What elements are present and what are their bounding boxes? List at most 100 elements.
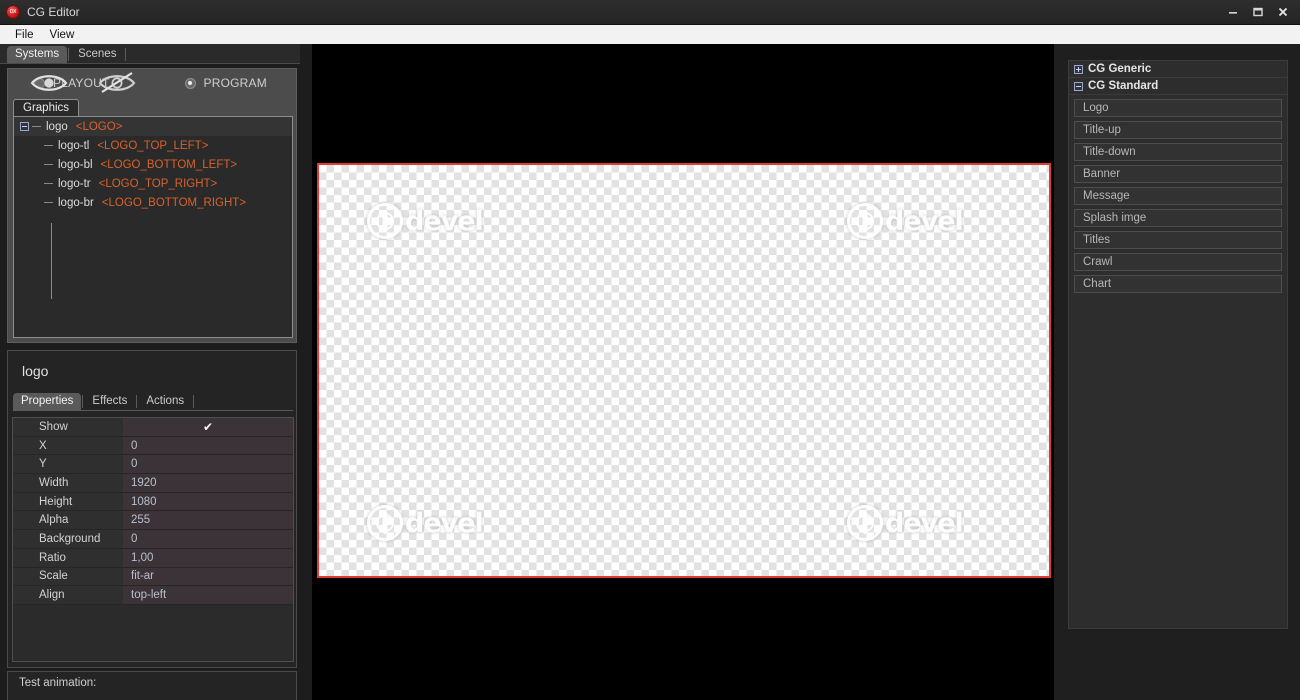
menu-item-file[interactable]: File [8, 27, 41, 43]
checkbox-checked-icon: ✔ [202, 419, 214, 434]
tree-line [44, 183, 53, 184]
tree-node-name: logo-br [58, 196, 94, 209]
tree-row[interactable]: logo-bl <LOGO_BOTTOM_LEFT> [14, 155, 292, 174]
group-header-cg-standard[interactable]: CG Standard [1069, 78, 1287, 95]
tree-node-name: logo [46, 120, 68, 133]
table-row[interactable]: X 0 [13, 436, 293, 456]
devel-logo-icon [367, 203, 403, 239]
expand-icon[interactable] [1074, 64, 1083, 74]
tree-row[interactable]: logo-br <LOGO_BOTTOM_RIGHT> [14, 193, 292, 212]
list-item-splash-image[interactable]: Splash imge [1074, 209, 1282, 227]
list-item-title-down[interactable]: Title-down [1074, 143, 1282, 161]
minimize-icon[interactable] [1222, 3, 1244, 21]
tab-graphics[interactable]: Graphics [13, 99, 80, 117]
eye-slash-icon[interactable] [98, 70, 136, 101]
table-row[interactable]: Alpha 255 [13, 511, 293, 531]
table-row[interactable]: Height 1080 [13, 492, 293, 512]
graphics-tree[interactable]: logo <LOGO> logo-tl <LOGO_TOP_LEFT> logo… [13, 116, 293, 338]
window-controls [1222, 3, 1294, 21]
property-name: X [13, 436, 123, 455]
tree-node-tag: <LOGO_BOTTOM_LEFT> [100, 158, 238, 171]
window-title: CG Editor [27, 5, 80, 19]
tab-actions[interactable]: Actions [138, 393, 192, 410]
tree-row[interactable]: logo-tr <LOGO_TOP_RIGHT> [14, 174, 292, 193]
devel-logo-icon [847, 505, 883, 541]
property-value[interactable]: 255 [123, 511, 293, 530]
properties-panel: logo Properties Effects Actions Show ✔ X [7, 350, 297, 668]
list-item-crawl[interactable]: Crawl [1074, 253, 1282, 271]
table-row[interactable]: Y 0 [13, 455, 293, 475]
property-value[interactable]: top-left [123, 586, 293, 604]
list-item-logo[interactable]: Logo [1074, 99, 1282, 117]
table-row[interactable]: Background 0 [13, 530, 293, 549]
property-value[interactable]: 0 [123, 530, 293, 548]
property-name: Align [13, 586, 123, 604]
property-value-checkbox[interactable]: ✔ [123, 418, 293, 436]
graphics-canvas[interactable]: devel devel devel devel [317, 163, 1051, 578]
table-row[interactable]: Align top-left [13, 586, 293, 605]
property-name: Show [13, 418, 123, 436]
watermark-label: devel [405, 507, 484, 539]
property-value[interactable]: fit-ar [123, 567, 293, 586]
test-animation-label: Test animation: [19, 677, 97, 689]
property-value[interactable]: 1920 [123, 474, 293, 492]
list-item-title-up[interactable]: Title-up [1074, 121, 1282, 139]
devel-logo-icon [367, 505, 403, 541]
menu-bar: File View [0, 25, 1300, 44]
property-name: Alpha [13, 511, 123, 530]
watermark-top-left: devel [367, 203, 484, 239]
property-name: Ratio [13, 548, 123, 567]
table-row[interactable]: Scale fit-ar [13, 567, 293, 587]
tab-divider [136, 395, 138, 408]
list-item-banner[interactable]: Banner [1074, 165, 1282, 183]
radio-program[interactable]: PROGRAM [184, 76, 267, 90]
cg-templates-panel: CG Generic CG Standard Logo Title-up Tit… [1068, 60, 1288, 629]
collapse-icon[interactable] [1074, 81, 1083, 91]
eye-icon[interactable] [30, 70, 68, 101]
tree-row[interactable]: logo-tl <LOGO_TOP_LEFT> [14, 136, 292, 155]
watermark-label: devel [405, 205, 484, 237]
tab-effects[interactable]: Effects [84, 393, 135, 410]
tree-node-tag: <LOGO_BOTTOM_RIGHT> [101, 196, 247, 209]
close-icon[interactable] [1272, 3, 1294, 21]
maximize-icon[interactable] [1247, 3, 1269, 21]
test-animation-panel: Test animation: [7, 671, 297, 700]
property-name: Width [13, 474, 123, 492]
property-value[interactable]: 1,00 [123, 548, 293, 567]
right-column: CG Generic CG Standard Logo Title-up Tit… [1054, 44, 1300, 700]
radio-program-label: PROGRAM [203, 76, 267, 90]
watermark-bottom-left: devel [367, 505, 484, 541]
title-bar: CG Editor [0, 0, 1300, 25]
radio-program-indicator [184, 77, 196, 89]
list-item-titles[interactable]: Titles [1074, 231, 1282, 249]
watermark-top-right: devel [847, 203, 964, 239]
properties-table: Show ✔ X 0 Y 0 Width 1920 Height 1080 Al… [12, 417, 294, 662]
list-item-chart[interactable]: Chart [1074, 275, 1282, 293]
tree-node-name: logo-bl [58, 158, 93, 171]
group-header-cg-generic[interactable]: CG Generic [1069, 61, 1287, 78]
table-row[interactable]: Width 1920 [13, 474, 293, 493]
tree-node-name: logo-tl [58, 139, 90, 152]
property-value[interactable]: 1080 [123, 492, 293, 511]
group-label: CG Generic [1088, 63, 1152, 75]
properties-tab-bar: Properties Effects Actions [13, 391, 293, 411]
property-value[interactable]: 0 [123, 436, 293, 455]
property-name: Y [13, 455, 123, 474]
tree-node-tag: <LOGO_TOP_LEFT> [97, 139, 209, 152]
watermark-label: devel [885, 205, 964, 237]
watermark-bottom-right: devel [847, 505, 964, 541]
property-value[interactable]: 0 [123, 455, 293, 474]
tab-systems[interactable]: Systems [7, 46, 68, 63]
tab-properties[interactable]: Properties [13, 393, 82, 410]
list-item-message[interactable]: Message [1074, 187, 1282, 205]
tab-scenes[interactable]: Scenes [70, 46, 124, 63]
tree-node-tag: <LOGO_TOP_RIGHT> [98, 177, 218, 190]
tab-divider [68, 48, 70, 61]
systems-panel: PLAYOUT PROGRAM Graphics logo <LOGO> log… [7, 68, 297, 343]
tree-row[interactable]: logo <LOGO> [14, 117, 292, 136]
collapse-icon[interactable] [20, 122, 29, 131]
table-row[interactable]: Show ✔ [13, 418, 293, 437]
menu-item-view[interactable]: View [43, 27, 82, 43]
tree-node-tag: <LOGO> [75, 120, 123, 133]
table-row[interactable]: Ratio 1,00 [13, 548, 293, 568]
